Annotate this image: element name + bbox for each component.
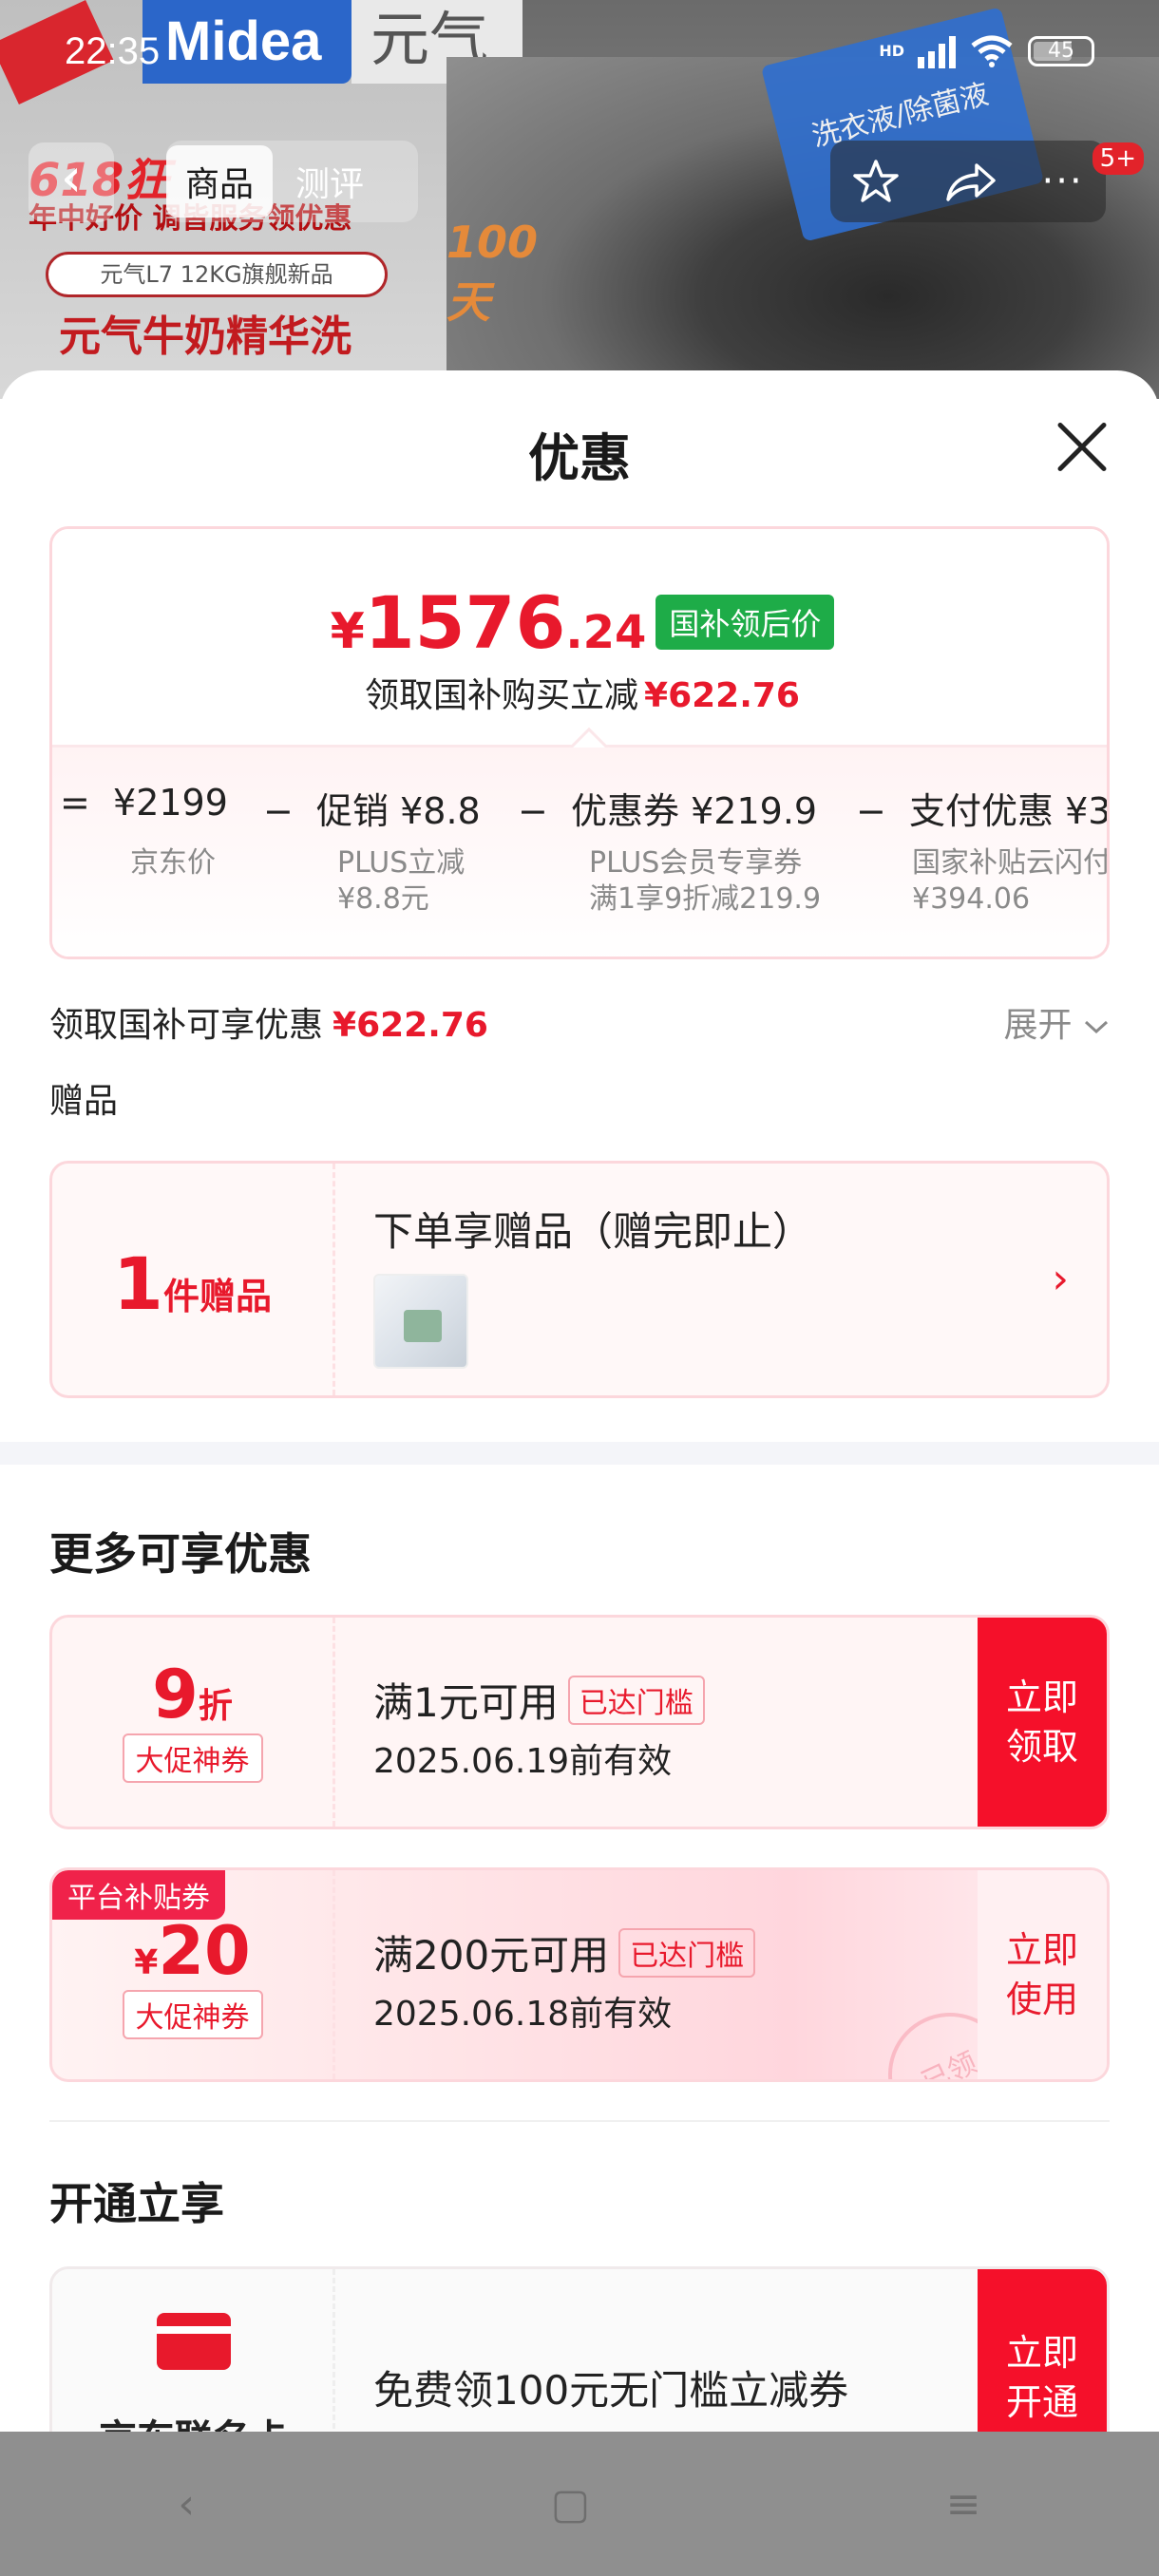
favorite-star-icon[interactable] (852, 158, 900, 205)
breakdown-row[interactable]: = ¥2199 京东价 − 促销 ¥8.8 PLUS立减 ¥8.8元 − 优惠券… (52, 748, 1110, 957)
gift-title: 下单享赠品（赠完即止） (373, 1208, 813, 1255)
more-options-icon[interactable]: ··· (1042, 160, 1084, 203)
breakdown-sub: 国家补贴云闪付 (912, 846, 1110, 880)
breakdown-item-coupon: − 优惠券 ¥219.9 (518, 790, 818, 832)
discount-amount: ¥622.76 (644, 676, 800, 715)
system-home-icon[interactable]: ▢ (551, 2480, 591, 2529)
price-integer: 1576 (364, 580, 566, 665)
expand-button[interactable]: 展开 (1004, 997, 1110, 1047)
battery-icon: 45 (1028, 36, 1094, 66)
price-guarantee-badge: 100天 (446, 217, 539, 328)
sheet-title: 优惠 (528, 428, 631, 488)
coupon-condition: 满1元可用 已达门槛 (373, 1671, 705, 1729)
open-card-button[interactable]: 立即 开通 (978, 2269, 1107, 2432)
credit-card-icon (157, 2313, 231, 2370)
signal-icon (918, 34, 956, 68)
final-price-section: ¥1576.24 国补领后价 领取国补购买立减 ¥622.76 (52, 529, 1107, 768)
system-menu-icon[interactable]: ≡ (946, 2480, 981, 2529)
message-count-badge: 5+ (1092, 142, 1144, 175)
subsidy-savings: 领取国补可享优惠 ¥622.76 (49, 1006, 488, 1045)
breakdown-sub: PLUS立减 (337, 846, 466, 880)
coupon-card[interactable]: 平台补贴券 ¥20 大促神券 满200元可用 已达门槛 2025.06.18前有效… (49, 1867, 1110, 2082)
claim-coupon-button[interactable]: 立即 领取 (978, 1618, 1107, 1827)
wifi-icon (971, 35, 1013, 67)
chevron-down-icon (1084, 1020, 1109, 1034)
status-time: 22:35 (65, 30, 161, 72)
breakdown-sub: ¥394.06 (912, 882, 1031, 916)
gift-card[interactable]: 1件赠品 下单享赠品（赠完即止） › (49, 1161, 1110, 1398)
gift-count: 1件赠品 (52, 1164, 335, 1395)
model-pill: 元气L7 12KG旗舰新品 (46, 252, 388, 297)
threshold-met-badge: 已达门槛 (567, 1676, 705, 1725)
section-divider (0, 1442, 1159, 1465)
card-name: 京东联名卡 (52, 2408, 335, 2432)
product-tabs: 商品 测评 (166, 141, 418, 222)
card-offer-left: 京东联名卡 (52, 2269, 335, 2432)
system-navigation-bar: ‹ ▢ ≡ (0, 2432, 1159, 2576)
threshold-met-badge: 已达门槛 (618, 1928, 756, 1978)
coupon-expiry: 2025.06.19前有效 (373, 1742, 673, 1781)
product-slogan: 元气牛奶精华洗 (59, 313, 352, 361)
breakdown-sub: PLUS会员专享券 (589, 846, 803, 880)
gift-thumbnail[interactable] (373, 1274, 468, 1369)
back-button[interactable]: ‹ (28, 142, 114, 222)
chevron-right-icon[interactable]: › (1052, 1255, 1069, 1303)
close-icon[interactable] (1053, 418, 1110, 475)
brand-logo: Midea (142, 0, 352, 84)
tab-product[interactable]: 商品 (166, 145, 274, 218)
coupon-card[interactable]: 9折 大促神券 满1元可用 已达门槛 2025.06.19前有效 立即 领取 (49, 1615, 1110, 1829)
join-section-title: 开通立享 (49, 2178, 224, 2229)
system-back-icon[interactable]: ‹ (178, 2480, 195, 2529)
breakdown-sub: 京东价 (130, 846, 216, 880)
breakdown-sub: 满1享9折减219.9 (589, 882, 822, 916)
thin-divider (49, 2120, 1110, 2122)
price-breakdown-card: ¥1576.24 国补领后价 领取国补购买立减 ¥622.76 = ¥2199 京东… (49, 526, 1110, 959)
product-actions: ··· (830, 141, 1106, 222)
breakdown-sub: ¥8.8元 (337, 882, 429, 916)
gift-section-label: 赠品 (49, 1082, 119, 1121)
card-offer-text: 免费领100元无门槛立减券 (373, 2367, 849, 2414)
coupon-condition: 满200元可用 已达门槛 (373, 1923, 756, 1981)
breakdown-item-promo: − 促销 ¥8.8 (263, 790, 481, 832)
breakdown-item-payment: − 支付优惠 ¥3 (856, 790, 1110, 832)
coupon-value: 9折 大促神券 (52, 1618, 335, 1827)
discount-summary: 领取国补购买立减 ¥622.76 (365, 676, 800, 715)
status-icons: HD 45 (879, 34, 1094, 68)
final-price: ¥1576.24 国补领后价 (52, 580, 1107, 665)
savings-amount: ¥622.76 (332, 1006, 488, 1045)
coupon-value: ¥20 大促神券 (52, 1870, 335, 2079)
coupon-type: 大促神券 (122, 1733, 263, 1783)
subsidy-price-tag: 国补领后价 (656, 595, 835, 650)
offers-sheet: 优惠 ¥1576.24 国补领后价 领取国补购买立减 ¥622.76 = ¥2199… (0, 370, 1159, 2432)
breakdown-item-jd-price: = ¥2199 (60, 782, 228, 824)
coupon-expiry: 2025.06.18前有效 (373, 1995, 673, 2034)
price-decimal: .24 (565, 606, 647, 659)
share-icon[interactable] (944, 160, 998, 203)
coupon-type: 大促神券 (122, 1990, 263, 2039)
network-type: HD (879, 42, 904, 60)
more-offers-title: 更多可享优惠 (49, 1528, 312, 1580)
tab-review[interactable]: 测评 (295, 157, 364, 206)
co-branded-card-offer[interactable]: 京东联名卡 免费领100元无门槛立减券 立即开通 (49, 2266, 1110, 2432)
use-coupon-button[interactable]: 立即 使用 (978, 1870, 1107, 2079)
